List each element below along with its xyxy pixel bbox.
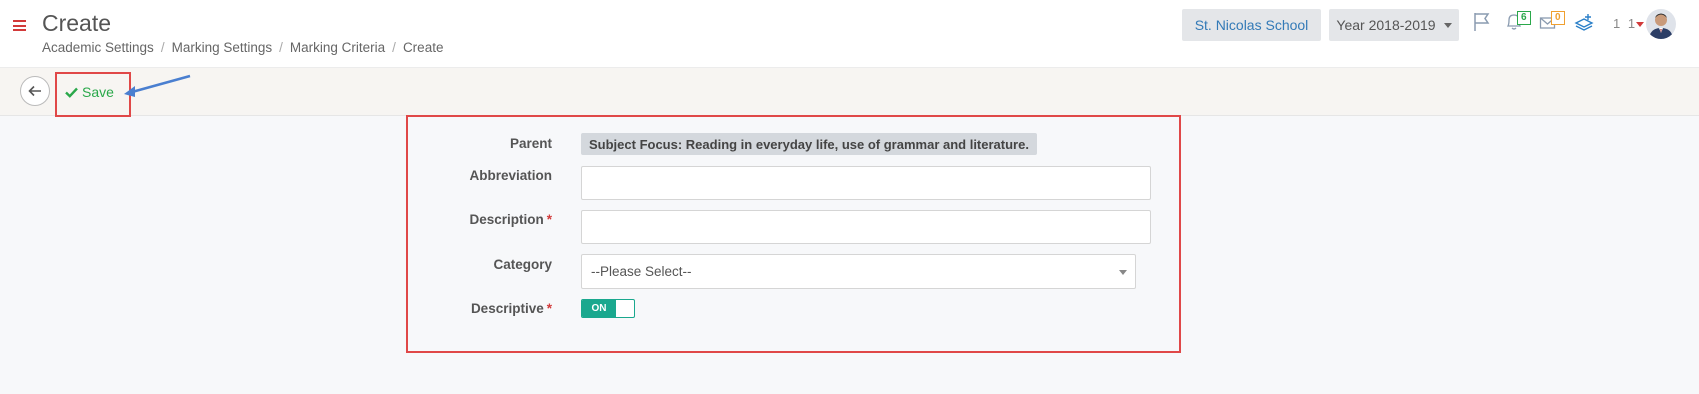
required-asterisk: * xyxy=(546,301,552,316)
descriptive-label: Descriptive xyxy=(470,301,544,316)
notification-count-badge: 6 xyxy=(1517,11,1531,25)
chevron-down-icon xyxy=(1119,270,1127,275)
arrow-left-icon xyxy=(28,85,41,97)
message-count-badge: 0 xyxy=(1551,11,1565,25)
description-label: Description xyxy=(469,212,544,227)
breadcrumb-academic-settings[interactable]: Academic Settings xyxy=(42,40,154,55)
back-button[interactable] xyxy=(20,76,50,106)
category-select[interactable]: --Please Select-- xyxy=(581,254,1136,289)
flag-icon[interactable] xyxy=(1473,12,1495,34)
school-selector-button[interactable]: St. Nicolas School xyxy=(1182,9,1321,41)
category-selected-value: --Please Select-- xyxy=(591,264,692,279)
abbreviation-input[interactable] xyxy=(581,166,1151,200)
category-label: Category xyxy=(493,257,552,272)
breadcrumb-separator: / xyxy=(392,40,396,55)
layers-icon[interactable] xyxy=(1574,12,1596,34)
annotation-arrow-icon xyxy=(124,74,191,97)
breadcrumb-separator: / xyxy=(160,40,165,55)
page-title: Create xyxy=(42,10,112,36)
description-input[interactable] xyxy=(581,210,1151,244)
parent-label: Parent xyxy=(509,136,552,151)
year-selector-label: Year 2018-2019 xyxy=(1336,17,1436,33)
breadcrumb-marking-criteria[interactable]: Marking Criteria xyxy=(290,40,385,55)
action-toolbar: Save xyxy=(0,68,1699,116)
breadcrumb: Academic Settings / Marking Settings / M… xyxy=(42,40,443,55)
descriptive-toggle[interactable]: ON xyxy=(581,299,635,318)
top-header: Create Academic Settings / Marking Setti… xyxy=(0,0,1699,68)
user-number: 1 1 xyxy=(1613,16,1638,31)
description-label-container: Description * xyxy=(402,212,552,227)
required-asterisk: * xyxy=(546,212,552,227)
hamburger-menu-icon[interactable] xyxy=(13,20,26,31)
abbreviation-label: Abbreviation xyxy=(469,168,552,183)
toggle-on-label: ON xyxy=(582,300,616,317)
breadcrumb-current: Create xyxy=(402,40,444,55)
breadcrumb-separator: / xyxy=(279,40,283,55)
chevron-down-icon xyxy=(1443,22,1452,28)
user-menu-chevron-icon[interactable] xyxy=(1636,22,1644,27)
descriptive-label-container: Descriptive * xyxy=(402,301,552,316)
breadcrumb-marking-settings[interactable]: Marking Settings xyxy=(172,40,273,55)
avatar[interactable] xyxy=(1646,9,1676,39)
year-selector-button[interactable]: Year 2018-2019 xyxy=(1329,9,1459,41)
parent-value-chip: Subject Focus: Reading in everyday life,… xyxy=(581,133,1037,155)
